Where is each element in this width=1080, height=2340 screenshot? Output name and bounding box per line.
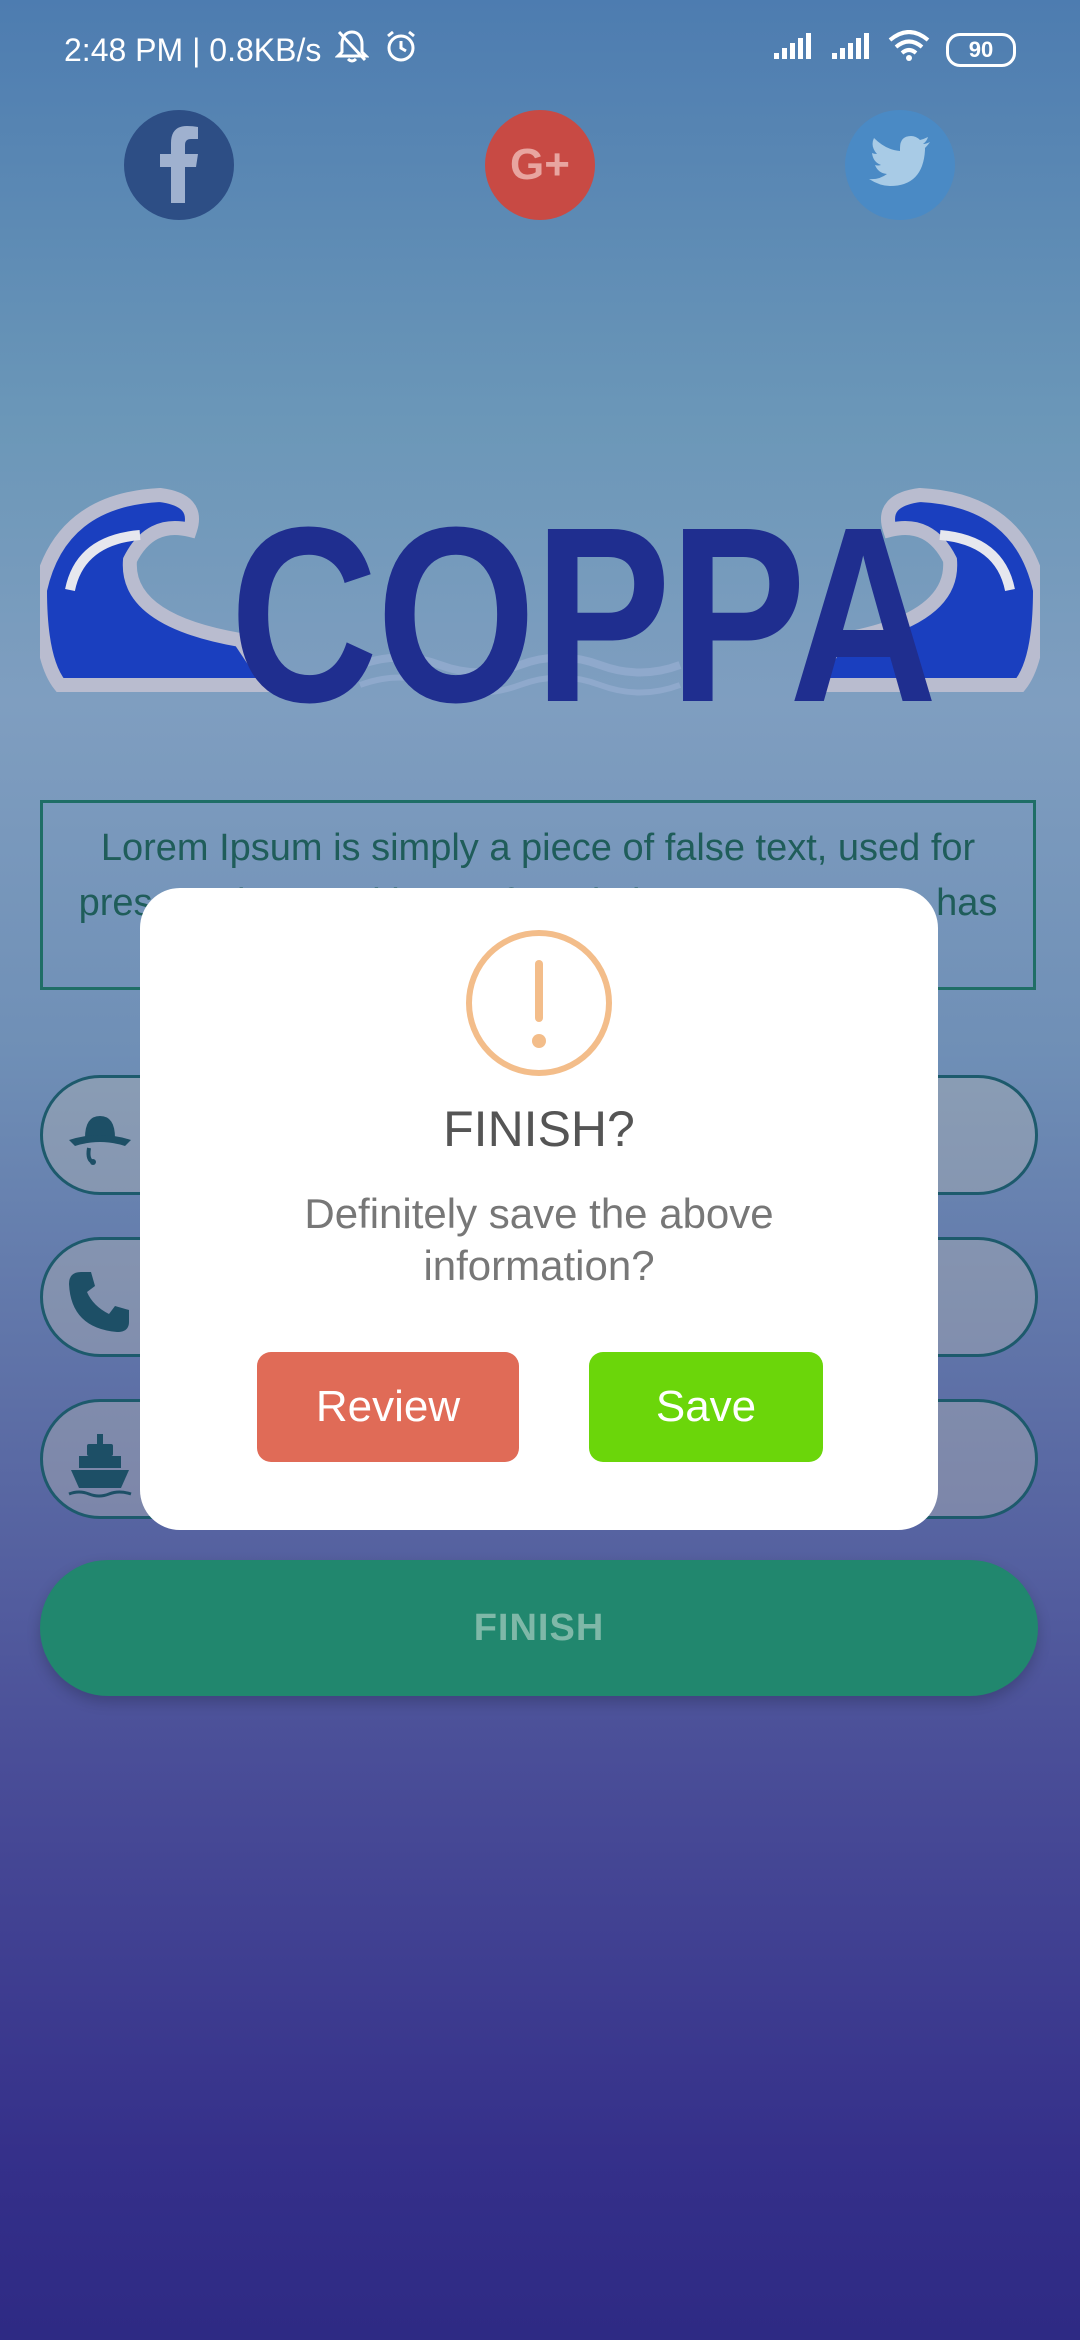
dialog-title: FINISH?: [443, 1101, 635, 1157]
exclamation-dot: [532, 1034, 546, 1048]
alarm-icon: [383, 28, 419, 72]
ship-icon: [67, 1432, 133, 1498]
review-button-label: Review: [315, 1382, 461, 1431]
coppa-logo: COPPA: [40, 480, 1040, 740]
google-plus-button[interactable]: G+: [485, 110, 595, 220]
bell-off-icon: [334, 28, 370, 72]
twitter-button[interactable]: [845, 110, 955, 220]
save-button[interactable]: Save: [589, 1352, 823, 1462]
finish-button-label: FINISH: [473, 1606, 605, 1649]
battery-icon: 90: [946, 33, 1016, 67]
review-button[interactable]: Review: [257, 1352, 519, 1462]
facebook-button[interactable]: [124, 110, 234, 220]
finish-button[interactable]: FINISH: [40, 1560, 1038, 1696]
signal-icon: [830, 31, 872, 69]
status-time: 2:48 PM | 0.8KB/s: [64, 31, 322, 68]
hat-icon: [67, 1108, 133, 1168]
facebook-icon: [159, 123, 199, 208]
phone-icon: [67, 1270, 133, 1332]
status-left: 2:48 PM | 0.8KB/s: [64, 28, 419, 72]
logo-text: COPPA: [230, 475, 937, 754]
status-right: 90: [772, 30, 1016, 70]
wifi-icon: [888, 30, 930, 70]
dialog-message: Definitely save the above information?: [304, 1190, 774, 1289]
battery-level: 90: [968, 37, 994, 62]
signal-icon: [772, 31, 814, 69]
save-button-label: Save: [655, 1382, 757, 1431]
exclamation-icon: [466, 930, 612, 1076]
google-plus-icon: G+: [510, 140, 570, 189]
confirm-dialog: FINISH? Definitely save the above inform…: [140, 888, 938, 1530]
exclamation-bar: [535, 960, 543, 1022]
twitter-icon: [868, 135, 932, 195]
status-bar: 2:48 PM | 0.8KB/s 90: [0, 0, 1080, 100]
screen: 2:48 PM | 0.8KB/s 90 G+ COPPA Lorem Ipsu…: [0, 0, 1080, 2340]
